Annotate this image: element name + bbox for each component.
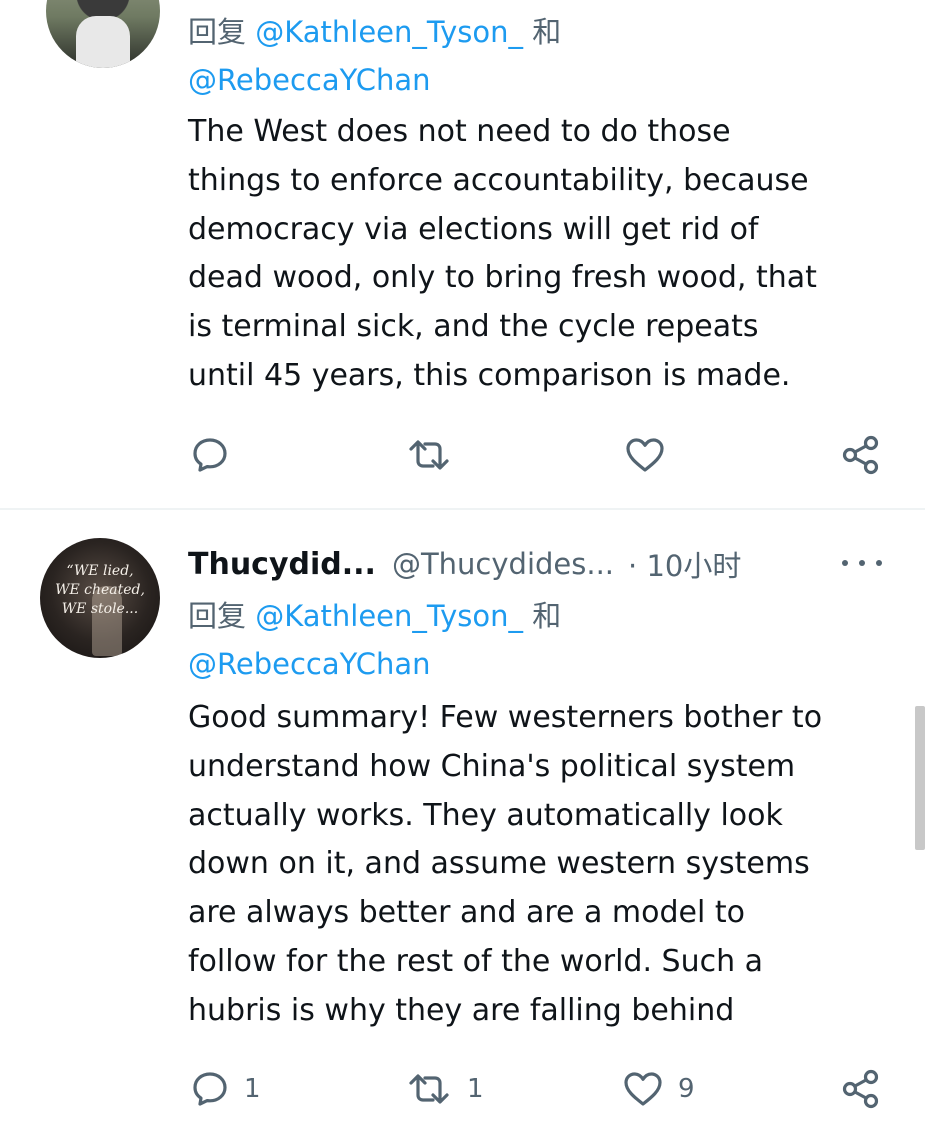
tweet-text: Good summary! Few westerners bother to u… xyxy=(188,694,888,1036)
reply-to-line-2: @RebeccaYChan xyxy=(188,56,431,104)
tweet-text: The West does not need to do those thing… xyxy=(188,108,888,401)
tweet-text-line: things to enforce accountability, becaus… xyxy=(188,162,809,198)
tweet-text-line: Good summary! Few westerners bother to xyxy=(188,700,823,735)
mention-link[interactable]: @RebeccaYChan xyxy=(188,647,431,681)
reply-to-line-2: @RebeccaYChan xyxy=(188,640,431,688)
tweet-text-line: democracy via elections will get rid of xyxy=(188,211,759,247)
reply-to-line: 回复 @Kathleen_Tyson_ 和 xyxy=(188,592,561,640)
tweet-1[interactable]: 回复 @Kathleen_Tyson_ 和 @RebeccaYChan The … xyxy=(0,0,925,508)
avatar-caption-line: WE cheated, xyxy=(55,582,145,598)
action-bar: 1 1 9 xyxy=(0,1064,925,1114)
tweet-text-line: until 45 years, this comparison is made. xyxy=(188,357,791,393)
mention-link[interactable]: @RebeccaYChan xyxy=(188,63,431,97)
reply-prefix: 回复 xyxy=(188,15,247,49)
more-dot-icon xyxy=(842,560,848,566)
mention-link[interactable]: @Kathleen_Tyson_ xyxy=(255,599,523,633)
reply-and: 和 xyxy=(532,599,562,633)
heart-icon xyxy=(626,438,664,472)
tweet-text-line: down on it, and assume western systems xyxy=(188,846,810,882)
tweet-text-line: are always better and are a model to xyxy=(188,895,745,931)
user-handle[interactable]: @Thucydides... xyxy=(392,547,614,581)
avatar-caption: “WE lied, WE cheated, WE stole... xyxy=(40,562,160,619)
tweet-text-line: The West does not need to do those xyxy=(188,114,731,149)
avatar-shirt xyxy=(76,16,130,68)
retweet-icon xyxy=(409,1074,449,1104)
timestamp[interactable]: · 10小时 xyxy=(628,543,741,585)
retweet-button[interactable] xyxy=(405,430,453,480)
retweet-icon xyxy=(409,440,449,470)
reply-bubble-icon xyxy=(193,438,227,472)
tweet-text-line: actually works. They automatically look xyxy=(188,797,783,833)
share-button[interactable] xyxy=(840,430,882,480)
scrollbar-thumb[interactable] xyxy=(915,706,925,850)
like-button[interactable]: 9 xyxy=(622,1064,695,1114)
display-name[interactable]: Thucydid... xyxy=(188,547,376,582)
avatar-caption-line: “WE lied, xyxy=(66,563,134,579)
more-dot-icon xyxy=(859,560,865,566)
avatar[interactable] xyxy=(46,0,160,68)
reply-button[interactable]: 1 xyxy=(190,1064,261,1114)
share-icon xyxy=(842,435,879,475)
heart-icon xyxy=(624,1072,662,1106)
action-bar xyxy=(0,430,925,480)
like-button[interactable] xyxy=(624,430,666,480)
tweet-text-line: is terminal sick, and the cycle repeats xyxy=(188,309,759,345)
share-icon xyxy=(842,1069,879,1109)
tweet-header: Thucydid... @Thucydides... · 10小时 xyxy=(188,542,741,586)
more-dot-icon xyxy=(876,560,882,566)
tweet-text-line: hubris is why they are falling behind xyxy=(188,992,735,1028)
reply-button[interactable] xyxy=(190,430,230,480)
reply-bubble-icon xyxy=(193,1072,227,1106)
avatar-caption-line: WE stole... xyxy=(61,601,139,617)
tweet-text-line: follow for the rest of the world. Such a xyxy=(188,943,764,979)
reply-count: 1 xyxy=(244,1074,261,1104)
like-count: 9 xyxy=(678,1074,695,1104)
reply-and: 和 xyxy=(532,15,562,49)
mention-link[interactable]: @Kathleen_Tyson_ xyxy=(255,15,523,49)
share-button[interactable] xyxy=(840,1064,882,1114)
reply-prefix: 回复 xyxy=(188,599,247,633)
retweet-count: 1 xyxy=(467,1074,484,1104)
more-options-button[interactable] xyxy=(842,548,882,578)
reply-to-line: 回复 @Kathleen_Tyson_ 和 xyxy=(188,8,561,56)
retweet-button[interactable]: 1 xyxy=(405,1064,484,1114)
tweet-text-line: understand how China's political system xyxy=(188,748,796,784)
tweet-text-line: dead wood, only to bring fresh wood, tha… xyxy=(188,260,817,296)
avatar[interactable]: “WE lied, WE cheated, WE stole... xyxy=(40,538,160,658)
